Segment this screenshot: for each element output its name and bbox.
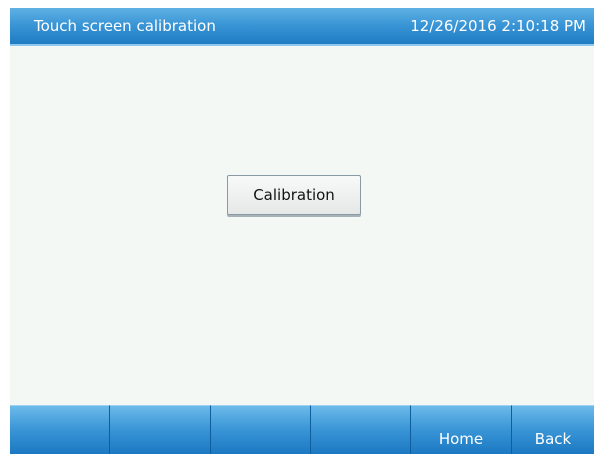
- back-button-label: Back: [534, 430, 572, 448]
- bottom-nav-bar: Home Back: [10, 405, 594, 454]
- datetime-display: 12/26/2016 2:10:18 PM: [410, 17, 586, 35]
- hmi-screen: Touch screen calibration 12/26/2016 2:10…: [10, 8, 594, 454]
- back-button[interactable]: Back: [512, 405, 594, 454]
- page-title: Touch screen calibration: [34, 17, 216, 35]
- home-button-label: Home: [438, 430, 484, 448]
- calibration-button[interactable]: Calibration: [227, 175, 361, 215]
- nav-button-2[interactable]: [110, 405, 211, 454]
- home-button[interactable]: Home: [411, 405, 512, 454]
- title-bar: Touch screen calibration 12/26/2016 2:10…: [10, 8, 594, 46]
- nav-button-1[interactable]: [10, 405, 110, 454]
- nav-button-3[interactable]: [211, 405, 311, 454]
- nav-button-4[interactable]: [311, 405, 411, 454]
- main-content: Calibration: [10, 46, 594, 405]
